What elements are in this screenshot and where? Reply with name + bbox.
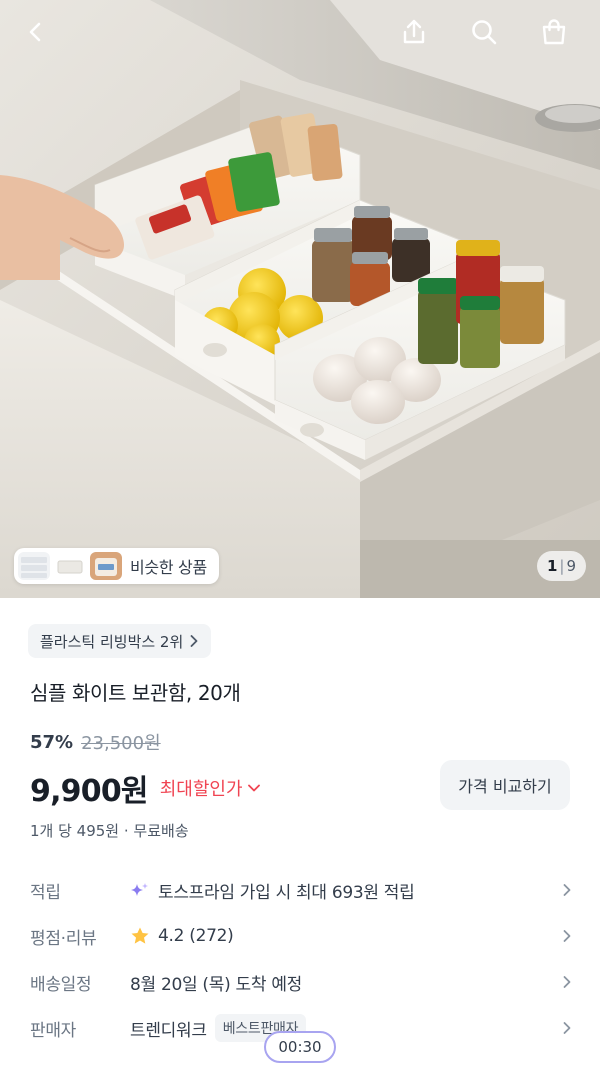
similar-products-label: 비슷한 상품 xyxy=(130,558,207,577)
share-icon xyxy=(403,19,425,44)
product-title: 심플 화이트 보관함, 20개 xyxy=(30,681,241,705)
cart-button[interactable] xyxy=(532,10,576,54)
back-button[interactable] xyxy=(14,10,58,54)
shopping-bag-icon xyxy=(542,19,566,45)
star-icon xyxy=(131,927,149,944)
points-row[interactable]: 적립 토스프라임 가입 시 최대 693원 적립 xyxy=(30,870,574,910)
delivery-value: 8월 20일 (목) 도착 예정 xyxy=(130,974,303,995)
current-image-index: 1 xyxy=(546,557,558,575)
image-page-counter: 1 | 9 xyxy=(536,551,586,581)
similar-products-button[interactable]: 비슷한 상품 xyxy=(14,548,219,584)
product-photo xyxy=(0,0,600,598)
similar-thumbnail xyxy=(18,552,50,580)
original-price: 23,500원 xyxy=(81,733,161,754)
countdown-timer: 00:30 xyxy=(264,1031,336,1063)
chevron-right-icon xyxy=(563,884,571,896)
product-image-gallery[interactable]: 비슷한 상품 1 | 9 xyxy=(0,0,600,598)
sale-price: 9,900원 xyxy=(30,774,149,809)
sparkle-icon xyxy=(131,883,148,896)
category-rank-label: 플라스틱 리빙박스 2위 xyxy=(40,632,184,651)
chevron-right-icon xyxy=(563,930,571,942)
counter-separator: | xyxy=(559,557,565,575)
discount-rate: 57% xyxy=(30,731,74,753)
similar-thumbnail xyxy=(90,552,122,580)
total-image-count: 9 xyxy=(566,557,576,575)
delivery-key: 배송일정 xyxy=(30,974,92,995)
points-key: 적립 xyxy=(30,882,61,903)
max-discount-dropdown[interactable]: 최대할인가 xyxy=(160,775,261,801)
points-value: 토스프라임 가입 시 최대 693원 적립 xyxy=(158,882,415,903)
category-rank-chip[interactable]: 플라스틱 리빙박스 2위 xyxy=(28,624,212,658)
rating-review-row[interactable]: 평점·리뷰 4.2 (272) xyxy=(30,916,574,956)
unit-price-shipping: 1개 당 495원 · 무료배송 xyxy=(30,822,189,840)
search-icon xyxy=(472,20,497,45)
discount-row: 57% 23,500원 xyxy=(30,729,161,755)
compare-price-button[interactable]: 가격 비교하기 xyxy=(440,760,570,810)
price-row: 9,900원 최대할인가 xyxy=(30,766,261,810)
search-button[interactable] xyxy=(462,10,506,54)
seller-name: 트렌디워크 xyxy=(130,1020,207,1041)
delivery-row[interactable]: 배송일정 8월 20일 (목) 도착 예정 xyxy=(30,962,574,1002)
rating-review-key: 평점·리뷰 xyxy=(30,928,97,949)
back-arrow-icon xyxy=(29,22,41,42)
chevron-right-icon xyxy=(563,976,571,988)
max-discount-label: 최대할인가 xyxy=(159,779,243,800)
chevron-right-icon xyxy=(563,1022,571,1034)
rating-value: 4.2 (272) xyxy=(158,926,234,946)
similar-thumbnail xyxy=(54,552,86,580)
share-button[interactable] xyxy=(392,10,436,54)
seller-key: 판매자 xyxy=(30,1020,77,1041)
chevron-right-icon xyxy=(190,635,198,647)
chevron-down-icon xyxy=(247,784,260,792)
